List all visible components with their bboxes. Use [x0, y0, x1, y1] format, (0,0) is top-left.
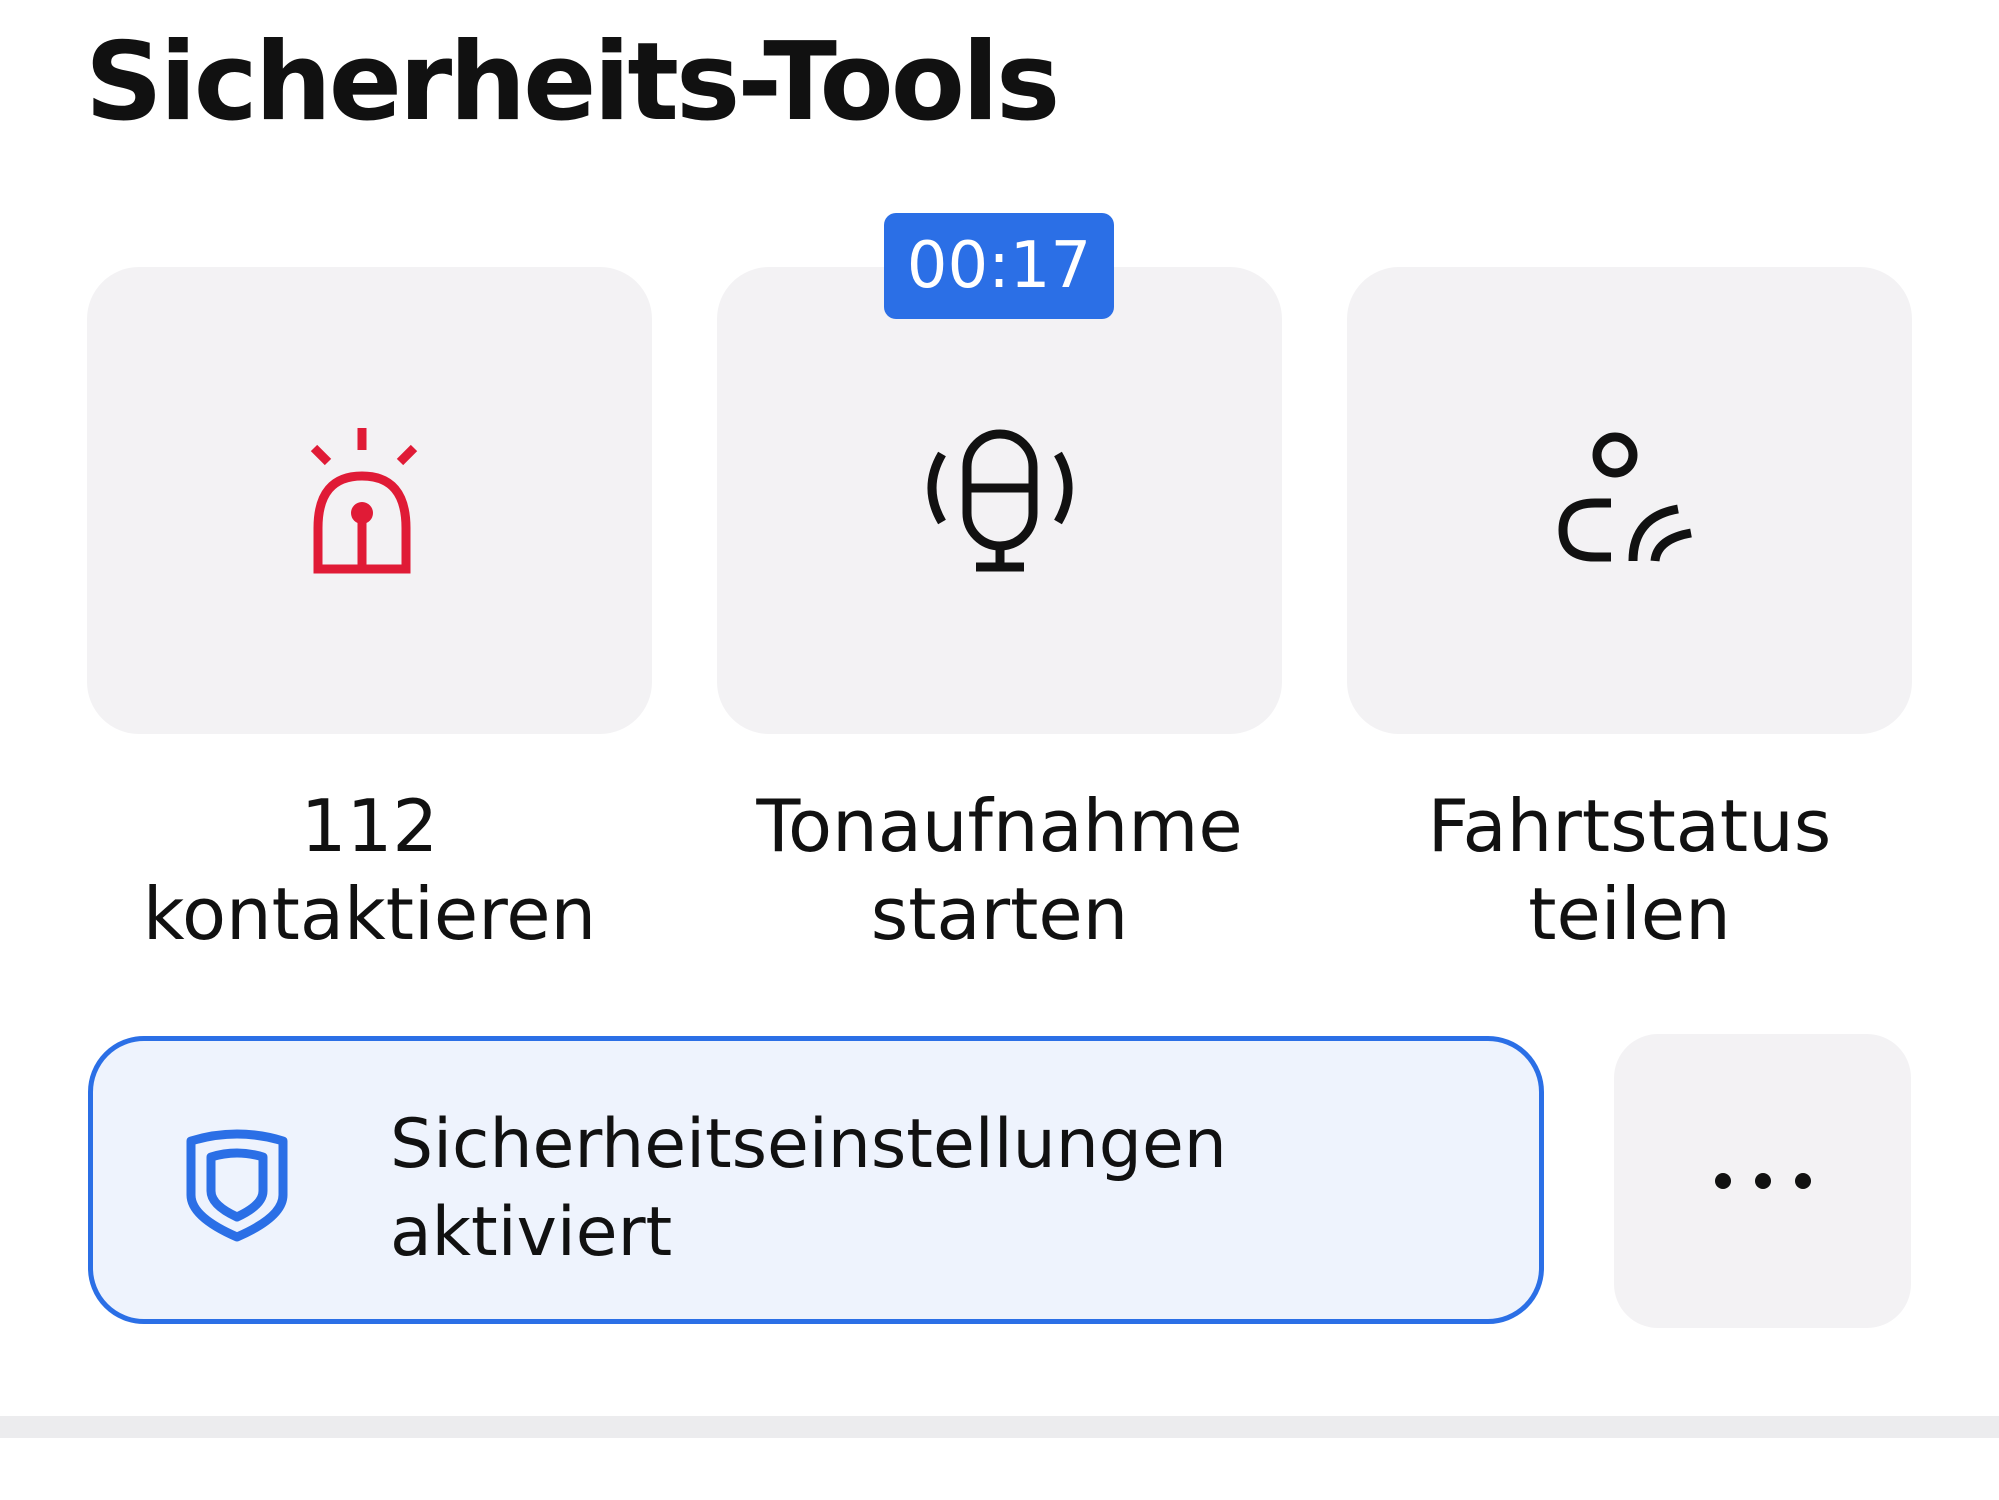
safety-settings-status-text: Sicherheitseinstellungen aktiviert [390, 1101, 1227, 1277]
safety-settings-status-button[interactable]: Sicherheitseinstellungen aktiviert [88, 1036, 1544, 1324]
microphone-recording-icon [927, 429, 1072, 571]
emergency-call-button[interactable] [87, 267, 652, 734]
share-ride-status-icon [1557, 432, 1692, 562]
share-trip-status-label-line1: Fahrtstatus [1427, 784, 1832, 868]
emergency-call-label: 112 kontaktieren [57, 782, 682, 958]
more-options-button[interactable] [1614, 1034, 1911, 1328]
emergency-siren-icon [310, 427, 417, 573]
audio-recording-button[interactable] [717, 267, 1282, 734]
share-trip-status-label: Fahrtstatus teilen [1317, 782, 1942, 958]
tool-audio-recording[interactable]: Tonaufnahme starten [717, 267, 1282, 956]
audio-recording-label-line2: starten [870, 872, 1129, 956]
emergency-call-label-line2: kontaktieren [142, 872, 597, 956]
share-trip-status-label-line2: teilen [1528, 872, 1731, 956]
emergency-call-label-line1: 112 [300, 784, 439, 868]
page-title: Sicherheits-Tools [85, 20, 1060, 145]
safety-settings-status-line1: Sicherheitseinstellungen [390, 1105, 1227, 1184]
share-trip-status-button[interactable] [1347, 267, 1912, 734]
tool-share-trip-status[interactable]: Fahrtstatus teilen [1347, 267, 1912, 956]
shield-icon [186, 1129, 288, 1242]
audio-recording-label-line1: Tonaufnahme [756, 784, 1243, 868]
safety-settings-status-line2: aktiviert [390, 1193, 673, 1272]
recording-timer-badge: 00:17 [884, 213, 1114, 319]
audio-recording-label: Tonaufnahme starten [687, 782, 1312, 958]
more-dots-icon [1714, 1173, 1811, 1189]
section-divider [0, 1416, 1999, 1438]
tool-emergency-call[interactable]: 112 kontaktieren [87, 267, 652, 956]
